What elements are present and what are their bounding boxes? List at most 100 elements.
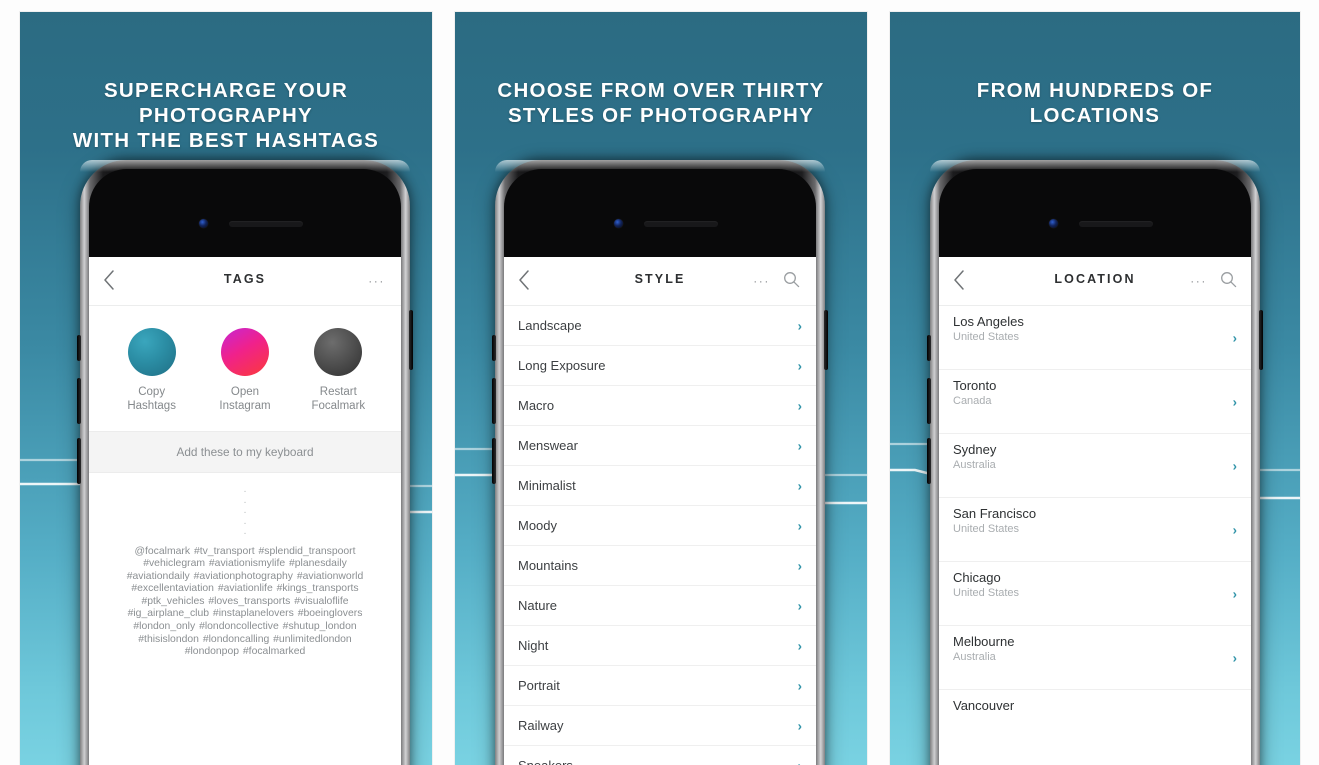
chevron-right-icon: › [1232, 394, 1237, 409]
action-label-line2: Hashtags [127, 399, 176, 412]
action-label-line1: Copy [138, 386, 166, 398]
list-item[interactable]: Railway › [504, 706, 816, 746]
list-item[interactable]: Portrait › [504, 666, 816, 706]
panel-headline: SUPERCHARGE YOUR PHOTOGRAPHY WITH THE BE… [20, 78, 432, 153]
hashtag-line: #ig_airplane_club #instaplanelovers #boe… [127, 608, 363, 620]
list-item[interactable]: Long Exposure › [504, 346, 816, 386]
volume-down-button[interactable] [492, 438, 496, 484]
spacer-dot: . [243, 484, 247, 495]
mute-switch[interactable] [492, 335, 496, 361]
list-item[interactable]: Menswear › [504, 426, 816, 466]
list-item[interactable]: Minimalist › [504, 466, 816, 506]
list-item-label: Night [518, 638, 549, 653]
action-label-line2: Focalmark [311, 399, 366, 412]
iphone-mockup: LOCATION ··· Los Angeles United States › To… [927, 160, 1263, 765]
location-country: United States [953, 331, 1020, 343]
front-camera-icon [1049, 219, 1058, 228]
action-label-line2: Instagram [219, 399, 271, 412]
headline-line-2: WITH THE BEST HASHTAGS [72, 129, 380, 152]
list-item[interactable]: Mountains › [504, 546, 816, 586]
chevron-right-icon: › [797, 558, 802, 573]
list-item[interactable]: Night › [504, 626, 816, 666]
phone-screen-glass: TAGS ··· Copy Hashtags Open Instagram Re… [89, 169, 401, 765]
volume-down-button[interactable] [77, 438, 81, 484]
hashtag-text-block[interactable]: @focalmark #tv_transport #splendid_trans… [89, 538, 401, 659]
list-item[interactable]: Sneakers › [504, 746, 816, 765]
location-city: Sydney [953, 442, 997, 457]
chevron-right-icon: › [797, 438, 802, 453]
copy-hashtags-button[interactable]: Copy Hashtags [110, 328, 194, 413]
chevron-right-icon: › [797, 478, 802, 493]
list-item[interactable]: San Francisco United States › [939, 498, 1251, 562]
add-to-keyboard-button[interactable]: Add these to my keyboard [89, 431, 401, 473]
ellipsis-icon[interactable]: ··· [1190, 275, 1207, 287]
list-item[interactable]: Moody › [504, 506, 816, 546]
headline-line-2: STYLES OF PHOTOGRAPHY [507, 104, 815, 127]
earpiece-speaker [229, 221, 303, 227]
chevron-right-icon: › [1232, 330, 1237, 345]
list-item[interactable]: Landscape › [504, 306, 816, 346]
list-item[interactable]: Toronto Canada › [939, 370, 1251, 434]
list-item[interactable]: Nature › [504, 586, 816, 626]
location-country: United States [953, 523, 1020, 535]
location-city: Melbourne [953, 634, 1015, 649]
app-navbar: TAGS ··· [89, 257, 401, 306]
search-icon[interactable] [1220, 271, 1237, 288]
action-label-line1: Open [230, 386, 260, 398]
power-button[interactable] [1259, 310, 1263, 370]
power-button[interactable] [409, 310, 413, 370]
spacer-dot: . [243, 526, 247, 537]
chevron-right-icon: › [797, 398, 802, 413]
chevron-right-icon: › [1232, 458, 1237, 473]
style-list[interactable]: Landscape › Long Exposure › Macro › Menswear › M… [504, 306, 816, 765]
open-instagram-blob-icon [220, 328, 269, 376]
list-item-label: Menswear [518, 438, 578, 453]
search-icon[interactable] [783, 271, 800, 288]
screenshot-stage: SUPERCHARGE YOUR PHOTOGRAPHY WITH THE BE… [0, 0, 1319, 765]
restart-focalmark-button[interactable]: Restart Focalmark [296, 328, 380, 413]
promo-panel-tags: SUPERCHARGE YOUR PHOTOGRAPHY WITH THE BE… [20, 12, 432, 765]
list-item[interactable]: Vancouver [939, 690, 1251, 765]
phone-screen-glass: STYLE ··· Landscape › Long Exposure › Macro ›… [504, 169, 816, 765]
volume-up-button[interactable] [492, 378, 496, 424]
volume-up-button[interactable] [77, 378, 81, 424]
panel-headline: CHOOSE FROM OVER THIRTY STYLES OF PHOTOG… [455, 78, 867, 128]
headline-line-2: LOCATIONS [1029, 104, 1161, 127]
ellipsis-icon[interactable]: ··· [368, 275, 385, 287]
iphone-mockup: STYLE ··· Landscape › Long Exposure › Macro ›… [492, 160, 828, 765]
list-item-label: Nature [518, 598, 558, 613]
list-item-label: Moody [518, 518, 558, 533]
panel-headline: FROM HUNDREDS OF LOCATIONS [890, 78, 1300, 128]
location-list[interactable]: Los Angeles United States › Toronto Canada › S… [939, 306, 1251, 765]
hashtag-line: #aviationdaily #aviationphotography #avi… [126, 570, 364, 582]
location-country: Australia [953, 651, 996, 663]
location-city: Toronto [953, 378, 997, 393]
chevron-right-icon: › [797, 518, 802, 533]
volume-up-button[interactable] [927, 378, 931, 424]
hashtag-line: #thisislondon #londoncalling #unlimitedl… [138, 633, 352, 645]
chevron-right-icon: › [1232, 650, 1237, 665]
mute-switch[interactable] [927, 335, 931, 361]
list-item[interactable]: Macro › [504, 386, 816, 426]
hashtag-line: #londonpop #focalmarked [184, 646, 306, 658]
hashtag-line: #ptk_vehicles #loves_transports #visualo… [141, 595, 349, 607]
app-viewport-style: STYLE ··· Landscape › Long Exposure › Macro ›… [504, 257, 816, 765]
location-city: San Francisco [953, 506, 1037, 521]
phone-screen-glass: LOCATION ··· Los Angeles United States › To… [939, 169, 1251, 765]
list-item-label: Portrait [518, 678, 560, 693]
open-instagram-button[interactable]: Open Instagram [203, 328, 287, 413]
location-country: Canada [953, 395, 992, 407]
power-button[interactable] [824, 310, 828, 370]
list-item[interactable]: Sydney Australia › [939, 434, 1251, 498]
list-item[interactable]: Chicago United States › [939, 562, 1251, 626]
volume-down-button[interactable] [927, 438, 931, 484]
app-viewport-location: LOCATION ··· Los Angeles United States › To… [939, 257, 1251, 765]
hashtag-spacer-dots: . . . . . [89, 473, 401, 538]
mute-switch[interactable] [77, 335, 81, 361]
promo-panel-style: CHOOSE FROM OVER THIRTY STYLES OF PHOTOG… [455, 12, 867, 765]
list-item[interactable]: Melbourne Australia › [939, 626, 1251, 690]
app-navbar: STYLE ··· [504, 257, 816, 306]
hashtag-line: @focalmark #tv_transport #splendid_trans… [134, 545, 356, 557]
list-item[interactable]: Los Angeles United States › [939, 306, 1251, 370]
ellipsis-icon[interactable]: ··· [753, 275, 770, 287]
